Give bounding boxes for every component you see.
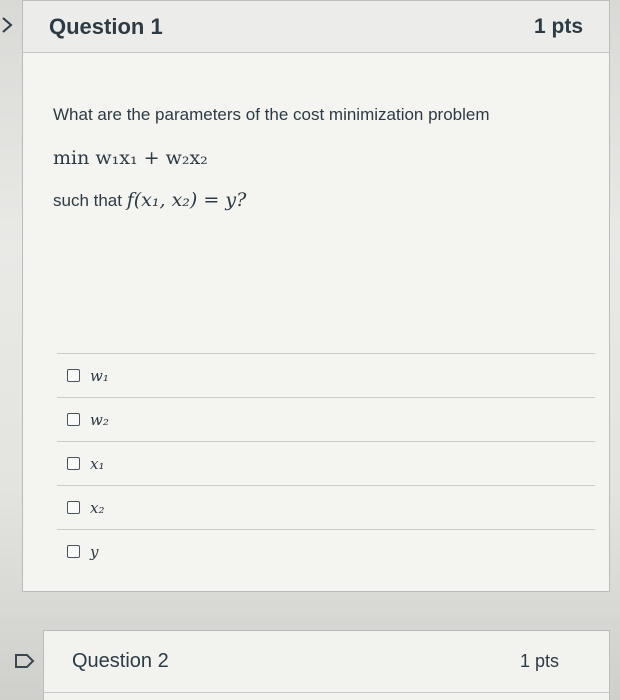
chevron-right-icon[interactable] [0,14,14,36]
question-prompt: What are the parameters of the cost mini… [53,105,490,124]
answer-label: y [90,542,99,561]
constraint-prefix: such that [53,191,122,210]
question-points: 1 pts [519,651,559,671]
answer-checkbox[interactable] [67,501,80,514]
answer-option-x2[interactable]: x₂ [57,485,595,529]
answer-option-y[interactable]: y [57,529,595,573]
answer-label: x₁ [90,454,105,473]
answer-checkbox[interactable] [67,369,80,382]
question-title: Question 2 [72,650,169,672]
answer-label: w₁ [90,366,109,385]
question-header-1: Question 1 1 pts [23,1,609,53]
answer-label: w₂ [90,410,109,429]
answer-option-w2[interactable]: w₂ [57,397,595,441]
flag-icon[interactable] [14,652,36,670]
constraint-line: such that f(x₁, x₂) = y? [53,189,579,211]
answer-checkbox[interactable] [67,413,80,426]
answer-option-x1[interactable]: x₁ [57,441,595,485]
answer-label: x₂ [90,498,105,517]
answer-checkbox[interactable] [67,545,80,558]
question-title: Question 1 [49,13,163,39]
question-points: 1 pts [533,14,583,38]
answer-list: w₁ w₂ x₁ x₂ y [57,353,595,573]
question-body-1: What are the parameters of the cost mini… [23,53,609,211]
question-card-1: Question 1 1 pts What are the parameters… [22,0,610,592]
constraint-expression: f(x₁, x₂) = y? [126,189,247,211]
answer-option-w1[interactable]: w₁ [57,353,595,397]
question-card-2: Question 2 1 pts [43,630,610,700]
answer-checkbox[interactable] [67,457,80,470]
objective-expression: min w₁x₁ + w₂x₂ [53,147,208,169]
question-header-2: Question 2 1 pts [44,631,609,693]
